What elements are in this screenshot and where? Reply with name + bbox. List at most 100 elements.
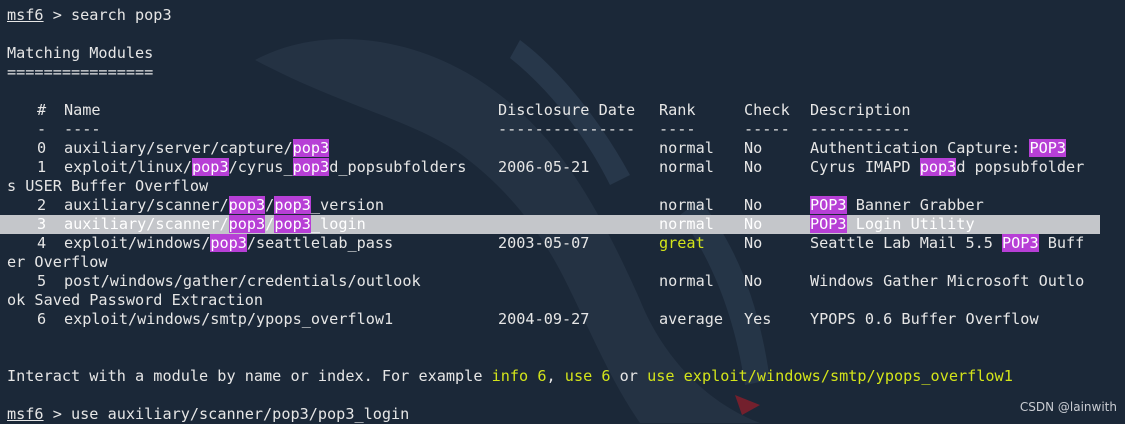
module-rank: average — [659, 310, 724, 328]
module-name: auxiliary/server/capture/pop3 — [64, 139, 330, 158]
module-rank: normal — [659, 215, 714, 233]
module-row[interactable]: 0 auxiliary/server/capture/pop3 normal No Au… — [7, 139, 1117, 158]
hint-example-use-index: use 6 — [564, 367, 611, 385]
col-check: Check — [744, 101, 790, 119]
hint-example-use-name: use exploit/windows/smtp/ypops_overflow1 — [647, 367, 1013, 385]
module-check: No — [744, 196, 763, 214]
module-rank: normal — [659, 158, 714, 176]
module-name: exploit/linux/pop3/cyrus_pop3d_popsubfol… — [64, 158, 466, 177]
module-index: 4 — [37, 234, 47, 252]
module-rank: normal — [659, 196, 714, 214]
hint-text: Interact with a module by name or index.… — [7, 367, 492, 385]
module-check: No — [744, 139, 763, 157]
col-num: # — [37, 101, 47, 119]
command-line: msf6 > search pop3 — [7, 6, 1117, 25]
search-match-highlight: pop3 — [228, 215, 266, 233]
search-match-highlight: pop3 — [292, 139, 330, 157]
module-row[interactable]: 6 exploit/windows/smtp/ypops_overflow1 200… — [7, 310, 1117, 329]
module-check: No — [744, 272, 763, 290]
hint-example-info: info 6 — [491, 367, 547, 385]
search-match-highlight: pop3 — [274, 215, 311, 233]
module-index: 1 — [37, 158, 47, 176]
rule-num: - — [37, 120, 47, 138]
heading-rule: ================ — [7, 63, 154, 81]
prompt-label: msf6 — [7, 6, 44, 24]
rule-date: --------------- — [498, 120, 636, 138]
text-segment: _login — [310, 215, 366, 233]
text-segment: Authentication Capture: — [810, 139, 1030, 157]
module-description: Cyrus IMAPD pop3d popsubfolder — [810, 158, 1084, 177]
module-description: POP3 Banner Grabber — [810, 196, 984, 215]
text-segment: Login Utility — [846, 215, 975, 233]
module-description: Authentication Capture: POP3 — [810, 139, 1067, 158]
text-segment: YPOPS 0.6 Buffer Overflow — [810, 310, 1039, 328]
text-segment: Cyrus IMAPD — [810, 158, 920, 176]
prompt-label: msf6 — [7, 405, 44, 423]
text-segment: _version — [310, 196, 385, 214]
text-segment: post/windows/gather/credentials/outlook — [64, 272, 421, 290]
text-segment: exploit/windows/smtp/ypops_overflow1 — [64, 310, 394, 328]
text-segment: auxiliary/scanner/ — [64, 215, 229, 233]
col-desc: Description — [810, 101, 911, 119]
module-row-wrap: ok Saved Password Extraction — [7, 291, 264, 309]
module-row[interactable]: 5 post/windows/gather/credentials/outlook… — [7, 272, 1117, 291]
col-name: Name — [64, 101, 101, 119]
module-row[interactable]: 4 exploit/windows/pop3/seattlelab_pass 200… — [7, 234, 1117, 253]
module-disclosure-date: 2004-09-27 — [498, 310, 590, 328]
watermark: CSDN @lainwith — [1019, 400, 1117, 414]
text-segment: /seattlelab_pass — [246, 234, 394, 252]
prompt-separator: > — [43, 405, 72, 423]
module-index: 0 — [37, 139, 47, 157]
search-match-highlight: pop3 — [228, 196, 266, 214]
module-description: YPOPS 0.6 Buffer Overflow — [810, 310, 1039, 329]
module-name: auxiliary/scanner/pop3/pop3_login — [64, 215, 366, 234]
text-segment: d popsubfolder — [956, 158, 1085, 176]
search-match-highlight: pop3 — [210, 234, 247, 252]
module-row-wrap: s USER Buffer Overflow — [7, 177, 209, 195]
text-segment: exploit/windows/ — [64, 234, 211, 252]
module-check: No — [744, 158, 763, 176]
module-name: auxiliary/scanner/pop3/pop3_version — [64, 196, 384, 215]
interact-hint: Interact with a module by name or index.… — [7, 367, 1117, 386]
terminal-output[interactable]: msf6 > search pop3 Matching Modules ====… — [0, 6, 1117, 424]
command-line[interactable]: msf6 > use auxiliary/scanner/pop3/pop3_l… — [7, 405, 1117, 424]
section-heading: Matching Modules — [7, 44, 154, 62]
module-name: exploit/windows/smtp/ypops_overflow1 — [64, 310, 393, 329]
module-disclosure-date: 2006-05-21 — [498, 158, 590, 176]
module-disclosure-date: 2003-05-07 — [498, 234, 590, 252]
text-segment: exploit/linux/ — [64, 158, 193, 176]
search-match-highlight: POP3 — [810, 215, 847, 233]
module-name: exploit/windows/pop3/seattlelab_pass — [64, 234, 393, 253]
text-segment: Buff — [1038, 234, 1085, 252]
text-segment: Seattle Lab Mail 5.5 — [810, 234, 1003, 252]
module-description: POP3 Login Utility — [810, 215, 975, 234]
text-segment: d_popsubfolders — [329, 158, 467, 176]
module-rank: normal — [659, 139, 714, 157]
text-segment: / — [265, 196, 275, 214]
text-segment: Windows Gather Microsoft Outlo — [810, 272, 1085, 290]
module-row-wrap: er Overflow — [7, 253, 108, 271]
search-match-highlight: POP3 — [1029, 139, 1067, 157]
rule-check: ----- — [744, 120, 790, 138]
module-index: 2 — [37, 196, 47, 214]
search-match-highlight: POP3 — [810, 196, 847, 214]
hint-sep: or — [610, 367, 648, 385]
module-row[interactable]: 2 auxiliary/scanner/pop3/pop3_version norm… — [7, 196, 1117, 215]
module-row[interactable]: 1 exploit/linux/pop3/cyrus_pop3d_popsubfo… — [7, 158, 1117, 177]
table-header: # Name Disclosure Date Rank Check Descri… — [7, 101, 1117, 120]
module-rank: normal — [659, 272, 714, 290]
module-check: No — [744, 234, 763, 252]
text-segment: auxiliary/scanner/ — [64, 196, 229, 214]
module-index: 3 — [37, 215, 47, 233]
col-date: Disclosure Date — [498, 101, 636, 119]
search-match-highlight: pop3 — [192, 158, 229, 176]
hint-sep: , — [546, 367, 565, 385]
module-name: post/windows/gather/credentials/outlook — [64, 272, 421, 291]
module-table: 0 auxiliary/server/capture/pop3 normal No Au… — [0, 139, 1117, 329]
table-header-rule: - ---- --------------- ---- ----- ------… — [7, 120, 1117, 139]
module-row[interactable]: 3 auxiliary/scanner/pop3/pop3_login normal… — [0, 215, 1100, 234]
module-description: Seattle Lab Mail 5.5 POP3 Buff — [810, 234, 1084, 253]
search-match-highlight: pop3 — [292, 158, 330, 176]
rule-rank: ---- — [659, 120, 696, 138]
command-text: use auxiliary/scanner/pop3/pop3_login — [71, 405, 410, 423]
